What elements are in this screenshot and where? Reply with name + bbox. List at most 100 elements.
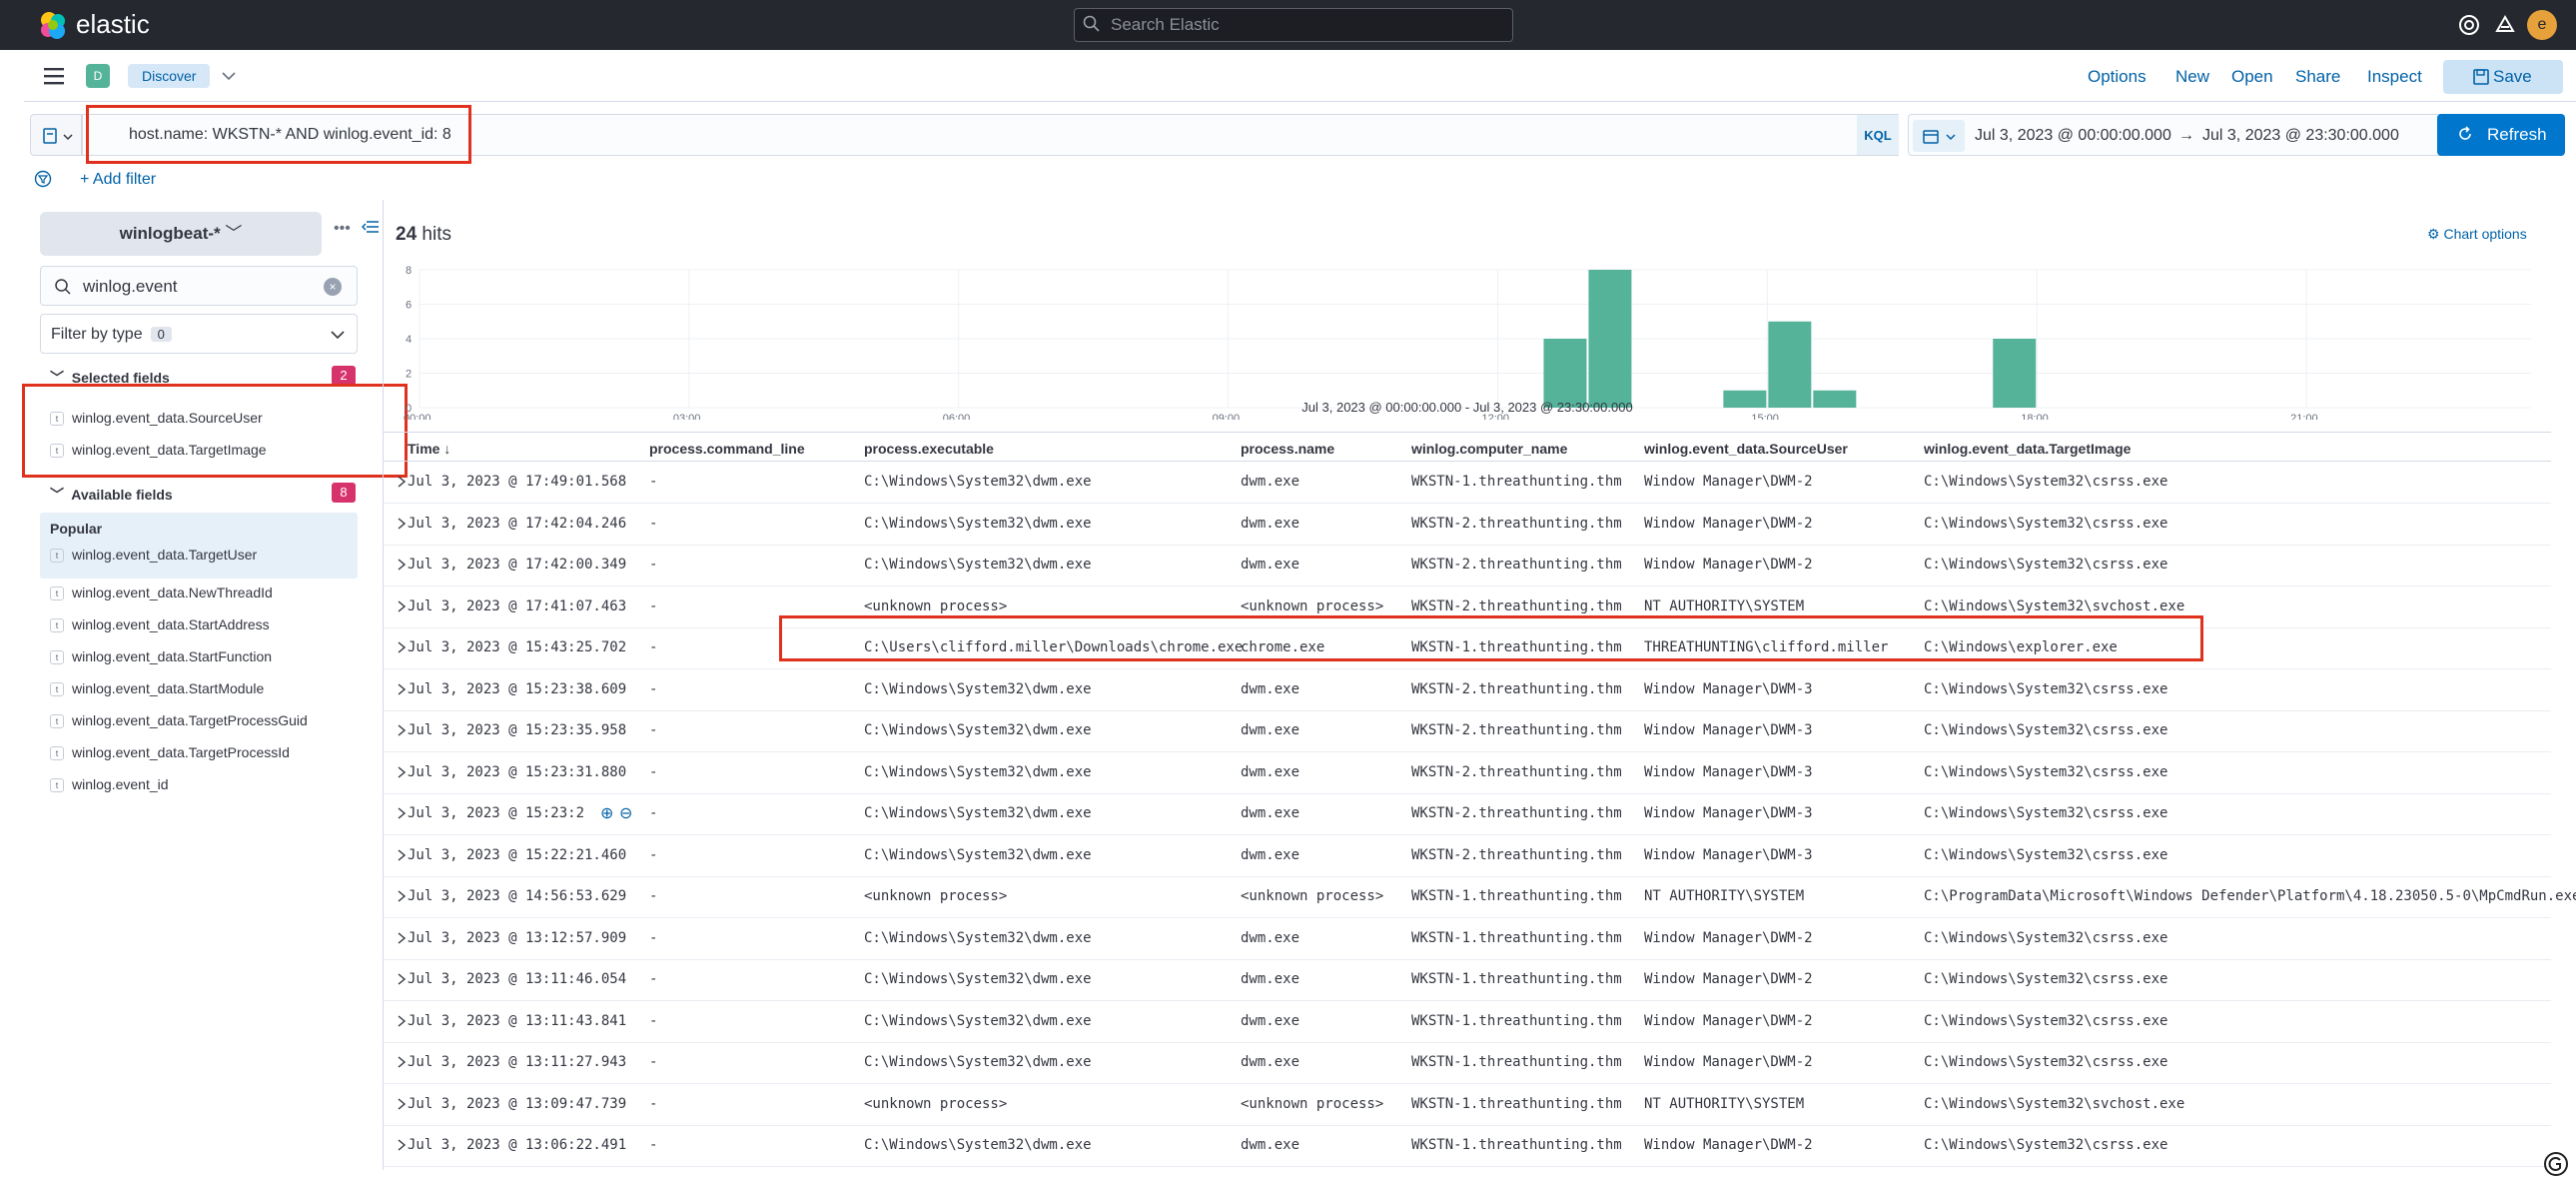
chevron-right-icon[interactable] — [396, 723, 408, 737]
column-header-3[interactable]: process.name — [1241, 441, 1334, 457]
chevron-right-icon[interactable] — [396, 1014, 408, 1028]
date-quick-menu[interactable] — [1913, 120, 1965, 152]
table-row[interactable]: Jul 3, 2023 @ 15:22:21.460 - C:\Windows\Sy… — [384, 835, 2551, 877]
add-filter-link[interactable]: + Add filter — [80, 171, 156, 189]
saved-query-menu[interactable] — [30, 114, 82, 156]
cell-time-: Jul 3, 2023 @ 13:11:46.054 — [408, 971, 627, 987]
available-field-item[interactable]: t winlog.event_data.StartAddress — [50, 612, 270, 636]
table-row[interactable]: Jul 3, 2023 @ 17:41:07.463 - <unknown proc… — [384, 587, 2551, 628]
table-row[interactable]: Jul 3, 2023 @ 14:56:53.629 - <unknown proc… — [384, 876, 2576, 918]
index-pattern-selector[interactable]: winlogbeat-* ﹀ — [40, 212, 322, 256]
table-row[interactable]: Jul 3, 2023 @ 17:49:01.568 - C:\Windows\Sy… — [384, 462, 2551, 504]
help-icon[interactable] — [2455, 11, 2483, 39]
chevron-right-icon[interactable] — [396, 931, 408, 945]
kql-toggle[interactable]: KQL — [1857, 114, 1899, 156]
table-row[interactable]: Jul 3, 2023 @ 15:43:25.702 - C:\Users\clif… — [384, 627, 2551, 669]
table-row[interactable]: Jul 3, 2023 @ 13:06:22.491 - C:\Windows\Sy… — [384, 1125, 2551, 1167]
cell-winlog-event-data-sourceuser: Window Manager\DWM-2 — [1644, 515, 1813, 532]
available-fields-heading[interactable]: ﹀ Available fields — [50, 485, 173, 505]
chevron-right-icon[interactable] — [396, 1097, 408, 1111]
available-field-item[interactable]: t winlog.event_data.NewThreadId — [50, 581, 273, 604]
avatar[interactable]: e — [2527, 10, 2557, 40]
histogram-bar[interactable] — [1588, 270, 1632, 408]
column-header-5[interactable]: winlog.event_data.SourceUser — [1644, 441, 1848, 457]
newsfeed-icon[interactable] — [2491, 11, 2519, 39]
available-field-item[interactable]: t winlog.event_data.TargetProcessGuid — [50, 708, 308, 732]
open-link[interactable]: Open — [2231, 67, 2273, 87]
selected-field-item[interactable]: t winlog.event_data.SourceUser — [50, 406, 263, 430]
histogram-bar[interactable] — [1543, 339, 1587, 408]
column-header-0[interactable]: Time ↓ — [408, 441, 450, 457]
date-start[interactable]: Jul 3, 2023 @ 00:00:00.000 — [1975, 127, 2171, 145]
more-icon[interactable]: ••• — [334, 220, 351, 238]
share-link[interactable]: Share — [2295, 67, 2340, 87]
plus-circle-icon[interactable]: ⊕ — [600, 803, 613, 823]
chevron-right-icon[interactable] — [396, 806, 408, 820]
available-field-item[interactable]: t winlog.event_id — [50, 772, 169, 796]
options-link[interactable]: Options — [2088, 67, 2147, 87]
menu-icon[interactable] — [44, 66, 66, 86]
cell-winlog-event-data-targetimage: C:\Windows\System32\csrss.exe — [1924, 557, 2168, 573]
table-row[interactable]: Jul 3, 2023 @ 15:23:38.609 - C:\Windows\Sy… — [384, 669, 2551, 711]
table-row[interactable]: Jul 3, 2023 @ 15:23:2 - C:\Windows\System3… — [384, 793, 2551, 835]
selected-fields-heading[interactable]: ﹀ Selected fields — [50, 368, 170, 388]
global-search-input[interactable]: Search Elastic — [1074, 8, 1513, 42]
chevron-right-icon[interactable] — [396, 517, 408, 531]
column-header-6[interactable]: winlog.event_data.TargetImage — [1924, 441, 2131, 457]
chevron-right-icon[interactable] — [396, 1138, 408, 1152]
minus-circle-icon[interactable]: ⊖ — [619, 803, 632, 823]
space-badge[interactable]: D — [86, 64, 110, 88]
chevron-right-icon[interactable] — [396, 558, 408, 572]
table-row[interactable]: Jul 3, 2023 @ 13:11:46.054 - C:\Windows\Sy… — [384, 959, 2551, 1001]
cell-process-name: dwm.exe — [1241, 763, 1300, 780]
chevron-right-icon[interactable] — [396, 599, 408, 613]
table-row[interactable]: Jul 3, 2023 @ 13:11:43.841 - C:\Windows\Sy… — [384, 1001, 2551, 1043]
query-input[interactable]: host.name: WKSTN-* AND winlog.event_id: … — [82, 114, 1887, 156]
chevron-right-icon[interactable] — [396, 475, 408, 489]
histogram-bar[interactable] — [1768, 321, 1812, 408]
chevron-right-icon[interactable] — [396, 848, 408, 862]
chevron-right-icon[interactable] — [396, 972, 408, 986]
column-header-2[interactable]: process.executable — [864, 441, 994, 457]
histogram-bar[interactable] — [1993, 339, 2037, 408]
cell-winlog-computer-name: WKSTN-1.threathunting.thm — [1411, 971, 1622, 987]
brand-name[interactable]: elastic — [76, 9, 150, 40]
gen-icon[interactable] — [2543, 1151, 2569, 1177]
inspect-link[interactable]: Inspect — [2367, 67, 2422, 87]
chevron-down-icon[interactable] — [220, 67, 238, 85]
table-row[interactable]: Jul 3, 2023 @ 15:23:31.880 - C:\Windows\Sy… — [384, 752, 2551, 794]
field-search-input[interactable]: winlog.event — [40, 266, 358, 306]
table-row[interactable]: Jul 3, 2023 @ 13:11:27.943 - C:\Windows\Sy… — [384, 1042, 2551, 1084]
date-picker[interactable]: Jul 3, 2023 @ 00:00:00.000 → Jul 3, 2023… — [1908, 114, 2457, 156]
elastic-logo-icon[interactable] — [38, 10, 68, 40]
cell-time-: Jul 3, 2023 @ 13:12:57.909 — [408, 929, 627, 946]
table-row[interactable]: Jul 3, 2023 @ 13:12:57.909 - C:\Windows\Sy… — [384, 918, 2551, 960]
popular-field-item[interactable]: t winlog.event_data.TargetUser — [50, 543, 257, 567]
chart-options-link[interactable]: ⚙ Chart options — [2427, 226, 2527, 243]
selected-field-item[interactable]: t winlog.event_data.TargetImage — [50, 438, 267, 462]
table-row[interactable]: Jul 3, 2023 @ 15:23:35.958 - C:\Windows\Sy… — [384, 710, 2551, 752]
chevron-right-icon[interactable] — [396, 765, 408, 779]
column-header-1[interactable]: process.command_line — [649, 441, 805, 457]
available-field-item[interactable]: t winlog.event_data.StartFunction — [50, 644, 272, 668]
column-header-4[interactable]: winlog.computer_name — [1411, 441, 1567, 457]
date-end[interactable]: Jul 3, 2023 @ 23:30:00.000 — [2202, 127, 2399, 145]
clear-icon[interactable]: × — [324, 278, 342, 296]
table-row[interactable]: Jul 3, 2023 @ 17:42:04.246 - C:\Windows\Sy… — [384, 504, 2551, 546]
collapse-icon[interactable] — [362, 218, 380, 236]
chevron-right-icon[interactable] — [396, 889, 408, 903]
available-field-item[interactable]: t winlog.event_data.TargetProcessId — [50, 740, 290, 764]
filter-by-type[interactable]: Filter by type 0 — [40, 314, 358, 354]
chevron-right-icon[interactable] — [396, 1055, 408, 1069]
field-name: winlog.event_data.StartFunction — [72, 648, 273, 664]
table-row[interactable]: Jul 3, 2023 @ 13:09:47.739 - <unknown proc… — [384, 1084, 2551, 1126]
filter-icon[interactable] — [34, 170, 52, 188]
chevron-right-icon[interactable] — [396, 640, 408, 654]
chevron-down-icon[interactable] — [330, 327, 346, 343]
chevron-right-icon[interactable] — [396, 682, 408, 696]
available-field-item[interactable]: t winlog.event_data.StartModule — [50, 676, 264, 700]
new-link[interactable]: New — [2175, 67, 2209, 87]
table-row[interactable]: Jul 3, 2023 @ 17:42:00.349 - C:\Windows\Sy… — [384, 545, 2551, 587]
breadcrumb[interactable]: Discover — [128, 64, 211, 88]
save-button[interactable]: Save — [2443, 60, 2563, 94]
